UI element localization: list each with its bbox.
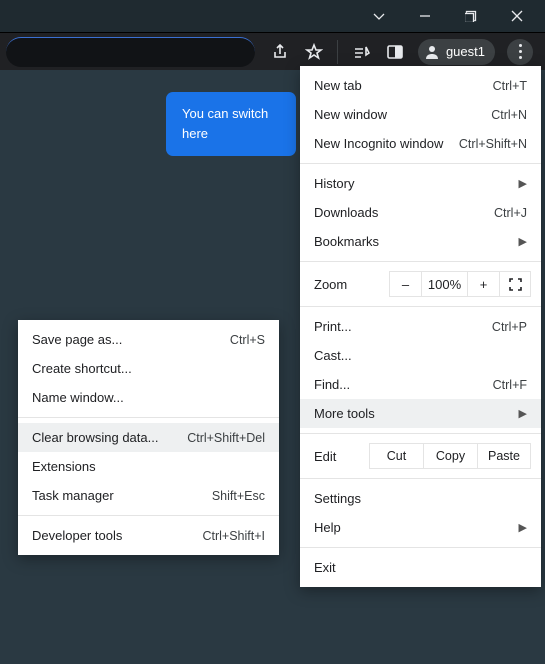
menu-item-settings[interactable]: Settings xyxy=(300,484,541,513)
menu-separator xyxy=(300,306,541,307)
submenu-item-developer-tools[interactable]: Developer toolsCtrl+Shift+I xyxy=(18,521,279,550)
zoom-out-button[interactable]: – xyxy=(389,271,421,297)
edit-copy-button[interactable]: Copy xyxy=(423,443,477,469)
side-panel-icon[interactable] xyxy=(384,41,406,63)
profile-button[interactable]: guest1 xyxy=(418,39,495,65)
menu-item-help[interactable]: Help▶ xyxy=(300,513,541,542)
menu-separator xyxy=(300,261,541,262)
person-icon xyxy=(424,44,440,60)
menu-separator xyxy=(300,163,541,164)
more-tools-submenu: Save page as...Ctrl+S Create shortcut...… xyxy=(18,320,279,555)
menu-item-new-incognito[interactable]: New Incognito windowCtrl+Shift+N xyxy=(300,129,541,158)
menu-separator xyxy=(300,433,541,434)
submenu-item-clear-data[interactable]: Clear browsing data...Ctrl+Shift+Del xyxy=(18,423,279,452)
menu-item-downloads[interactable]: DownloadsCtrl+J xyxy=(300,198,541,227)
menu-item-cast[interactable]: Cast... xyxy=(300,341,541,370)
menu-item-exit[interactable]: Exit xyxy=(300,553,541,582)
menu-item-edit: Edit Cut Copy Paste xyxy=(300,439,541,473)
menu-item-new-tab[interactable]: New tabCtrl+T xyxy=(300,71,541,100)
submenu-item-save-page[interactable]: Save page as...Ctrl+S xyxy=(18,325,279,354)
profile-tooltip: You can switch here xyxy=(166,92,296,156)
chevron-right-icon: ▶ xyxy=(519,177,527,190)
menu-separator xyxy=(18,417,279,418)
edit-cut-button[interactable]: Cut xyxy=(369,443,423,469)
tooltip-line: You can switch xyxy=(182,104,280,124)
maximize-button[interactable] xyxy=(449,1,493,31)
tabs-dropdown-button[interactable] xyxy=(357,1,401,31)
browser-toolbar: guest1 xyxy=(0,32,545,70)
menu-item-new-window[interactable]: New windowCtrl+N xyxy=(300,100,541,129)
menu-separator xyxy=(300,478,541,479)
submenu-item-task-manager[interactable]: Task managerShift+Esc xyxy=(18,481,279,510)
menu-item-more-tools[interactable]: More tools▶ xyxy=(300,399,541,428)
titlebar xyxy=(0,0,545,32)
menu-item-bookmarks[interactable]: Bookmarks▶ xyxy=(300,227,541,256)
menu-separator xyxy=(18,515,279,516)
chevron-right-icon: ▶ xyxy=(519,407,527,420)
chevron-right-icon: ▶ xyxy=(519,521,527,534)
zoom-level: 100% xyxy=(421,271,467,297)
star-icon[interactable] xyxy=(303,41,325,63)
fullscreen-button[interactable] xyxy=(499,271,531,297)
profile-label: guest1 xyxy=(446,44,485,59)
menu-item-zoom: Zoom – 100% + xyxy=(300,267,541,301)
main-menu: New tabCtrl+T New windowCtrl+N New Incog… xyxy=(300,66,541,587)
omnibox[interactable] xyxy=(6,37,255,67)
edit-paste-button[interactable]: Paste xyxy=(477,443,531,469)
close-button[interactable] xyxy=(495,1,539,31)
menu-item-find[interactable]: Find...Ctrl+F xyxy=(300,370,541,399)
media-control-icon[interactable] xyxy=(350,41,372,63)
submenu-item-create-shortcut[interactable]: Create shortcut... xyxy=(18,354,279,383)
submenu-item-extensions[interactable]: Extensions xyxy=(18,452,279,481)
tooltip-line: here xyxy=(182,124,280,144)
chevron-right-icon: ▶ xyxy=(519,235,527,248)
zoom-in-button[interactable]: + xyxy=(467,271,499,297)
minimize-button[interactable] xyxy=(403,1,447,31)
menu-item-history[interactable]: History▶ xyxy=(300,169,541,198)
share-icon[interactable] xyxy=(269,41,291,63)
menu-item-print[interactable]: Print...Ctrl+P xyxy=(300,312,541,341)
submenu-item-name-window[interactable]: Name window... xyxy=(18,383,279,412)
menu-separator xyxy=(300,547,541,548)
kebab-menu-button[interactable] xyxy=(507,39,533,65)
separator xyxy=(337,40,338,64)
